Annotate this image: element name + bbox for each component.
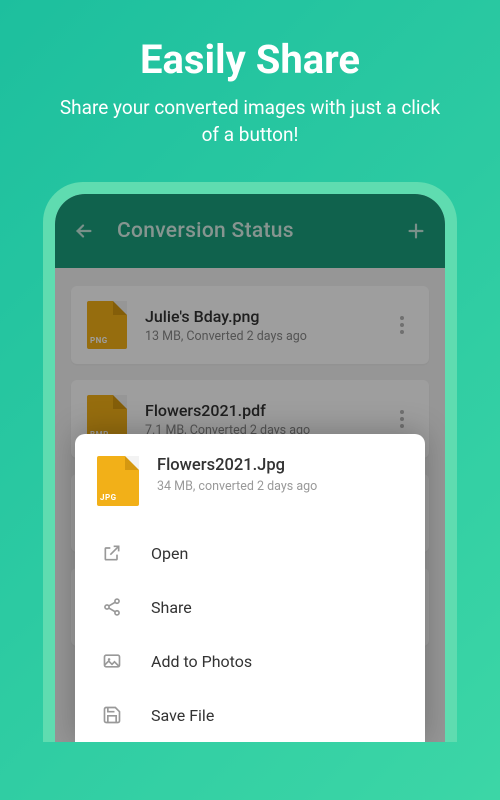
file-ext-label: PNG bbox=[90, 336, 127, 345]
sheet-action-save-file[interactable]: Save File bbox=[75, 688, 425, 742]
add-photos-icon bbox=[101, 650, 123, 672]
sheet-action-label: Add to Photos bbox=[151, 652, 252, 671]
file-type-icon: JPG bbox=[97, 456, 139, 506]
sheet-items: Open Share Add to Photos bbox=[75, 526, 425, 742]
file-name: Flowers2021.pdf bbox=[145, 401, 391, 420]
file-card[interactable]: PNG Julie's Bday.png 13 MB, Converted 2 … bbox=[71, 286, 429, 364]
sheet-file-name: Flowers2021.Jpg bbox=[157, 456, 317, 475]
sheet-action-label: Share bbox=[151, 598, 192, 617]
sheet-action-share[interactable]: Share bbox=[75, 580, 425, 634]
sheet-file-meta: 34 MB, converted 2 days ago bbox=[157, 479, 317, 494]
share-icon bbox=[101, 596, 123, 618]
sheet-action-open[interactable]: Open bbox=[75, 526, 425, 580]
app-bar: Conversion Status bbox=[55, 194, 445, 268]
file-info: Julie's Bday.png 13 MB, Converted 2 days… bbox=[145, 307, 391, 344]
phone-frame: Conversion Status PNG Julie's Bday.png 1… bbox=[43, 182, 457, 742]
sheet-action-label: Open bbox=[151, 544, 188, 563]
phone-screen: Conversion Status PNG Julie's Bday.png 1… bbox=[55, 194, 445, 742]
file-name: Julie's Bday.png bbox=[145, 307, 391, 326]
sheet-action-add-photos[interactable]: Add to Photos bbox=[75, 634, 425, 688]
file-info: Flowers2021.pdf 7.1 MB, Converted 2 days… bbox=[145, 401, 391, 438]
promo-background: Easily Share Share your converted images… bbox=[0, 0, 500, 800]
file-meta: 13 MB, Converted 2 days ago bbox=[145, 329, 391, 344]
back-arrow-icon[interactable] bbox=[73, 220, 95, 242]
sheet-action-label: Save File bbox=[151, 706, 214, 725]
action-sheet: JPG Flowers2021.Jpg 34 MB, converted 2 d… bbox=[75, 434, 425, 742]
file-type-icon: PNG bbox=[87, 301, 127, 349]
open-icon bbox=[101, 542, 123, 564]
promo-subtitle: Share your converted images with just a … bbox=[50, 95, 450, 148]
file-ext-label: JPG bbox=[100, 493, 139, 502]
sheet-header: JPG Flowers2021.Jpg 34 MB, converted 2 d… bbox=[75, 456, 425, 526]
sheet-file-info: Flowers2021.Jpg 34 MB, converted 2 days … bbox=[157, 456, 317, 494]
more-menu-icon[interactable] bbox=[391, 410, 413, 428]
app-bar-title: Conversion Status bbox=[117, 219, 405, 243]
promo-title: Easily Share bbox=[140, 36, 360, 83]
add-icon[interactable] bbox=[405, 220, 427, 242]
more-menu-icon[interactable] bbox=[391, 316, 413, 334]
save-icon bbox=[101, 704, 123, 726]
